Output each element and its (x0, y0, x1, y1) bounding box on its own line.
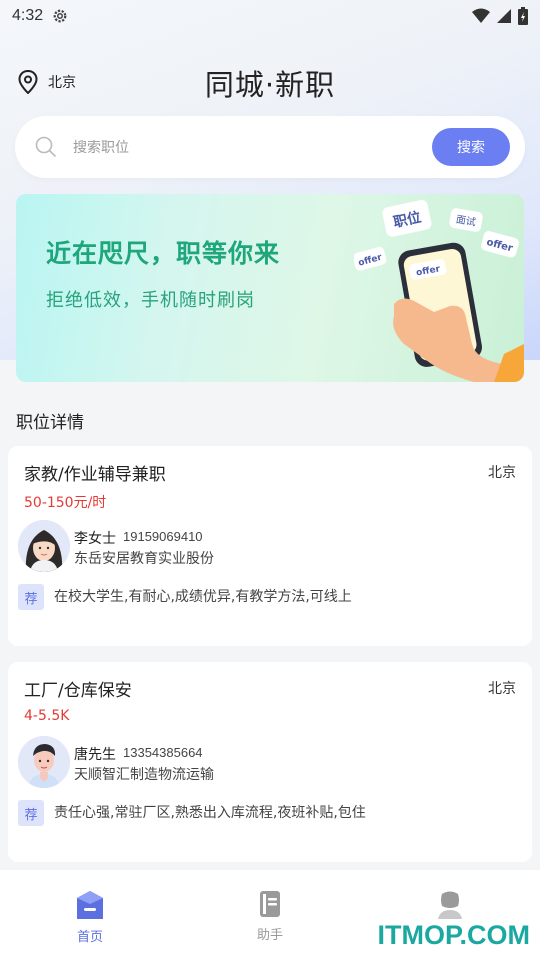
recommend-badge: 荐 (18, 584, 44, 610)
app-header: 北京 同城·新职 (0, 60, 540, 104)
promo-banner[interactable]: 近在咫尺，职等你来 拒绝低效，手机随时刷岗 职位 面试 offer offer … (16, 194, 524, 382)
contact-phone[interactable]: 13354385664 (123, 745, 203, 760)
job-card[interactable]: 家教/作业辅导兼职 北京 50-150元/时 李女士 19159069410 东… (8, 446, 532, 646)
section-title: 职位详情 (16, 408, 84, 433)
status-bar: 4:32 (0, 0, 540, 32)
watermark-logo: ITMOP.COM (377, 920, 530, 951)
book-icon (258, 890, 282, 918)
settings-gear-icon (51, 7, 69, 25)
contact-name: 李女士 (74, 528, 116, 548)
job-city: 北京 (488, 462, 516, 482)
banner-subtitle: 拒绝低效，手机随时刷岗 (46, 286, 255, 312)
search-bar[interactable]: 搜索职位 搜索 (15, 116, 525, 178)
recommend-badge: 荐 (18, 800, 44, 826)
job-title: 家教/作业辅导兼职 (24, 460, 166, 485)
avatar (18, 520, 70, 572)
hand-holding-phone-illustration: 职位 面试 offer offer offer (354, 194, 524, 382)
signal-icon (496, 8, 512, 24)
job-title: 工厂/仓库保安 (24, 676, 132, 701)
avatar (18, 736, 70, 788)
search-icon (35, 136, 57, 158)
tab-assistant[interactable]: 助手 (180, 870, 360, 960)
status-time: 4:32 (12, 7, 43, 25)
company-name: 东岳安居教育实业股份 (74, 548, 214, 568)
job-description: 责任心强,常驻厂区,熟悉出入库流程,夜班补贴,包住 (54, 802, 366, 822)
tab-home-label: 首页 (77, 926, 103, 945)
sticker-mianshi: 面试 (449, 207, 484, 232)
job-card[interactable]: 工厂/仓库保安 北京 4-5.5K 唐先生 13354385664 天顺智汇制造… (8, 662, 532, 862)
job-city: 北京 (488, 678, 516, 698)
tab-assistant-label: 助手 (257, 924, 283, 943)
contact-phone[interactable]: 19159069410 (123, 529, 203, 544)
home-icon (76, 890, 104, 920)
profile-icon (436, 890, 464, 920)
banner-headline: 近在咫尺，职等你来 (46, 234, 280, 270)
search-button[interactable]: 搜索 (432, 128, 510, 166)
female-avatar-icon (18, 520, 70, 572)
wifi-icon (472, 8, 490, 24)
battery-icon (518, 7, 528, 25)
job-salary: 4-5.5K (24, 708, 69, 724)
search-input[interactable]: 搜索职位 (73, 137, 129, 157)
sticker-zhiwei: 职位 (381, 199, 432, 238)
male-avatar-icon (18, 736, 70, 788)
job-description: 在校大学生,有耐心,成绩优异,有教学方法,可线上 (54, 586, 352, 606)
job-salary: 50-150元/时 (24, 492, 106, 512)
tab-home[interactable]: 首页 (0, 870, 180, 960)
sticker-offer-2: offer (354, 246, 387, 272)
sticker-offer-1: offer (480, 230, 520, 259)
contact-name: 唐先生 (74, 744, 116, 764)
app-title: 同城·新职 (0, 62, 540, 104)
company-name: 天顺智汇制造物流运输 (74, 764, 214, 784)
